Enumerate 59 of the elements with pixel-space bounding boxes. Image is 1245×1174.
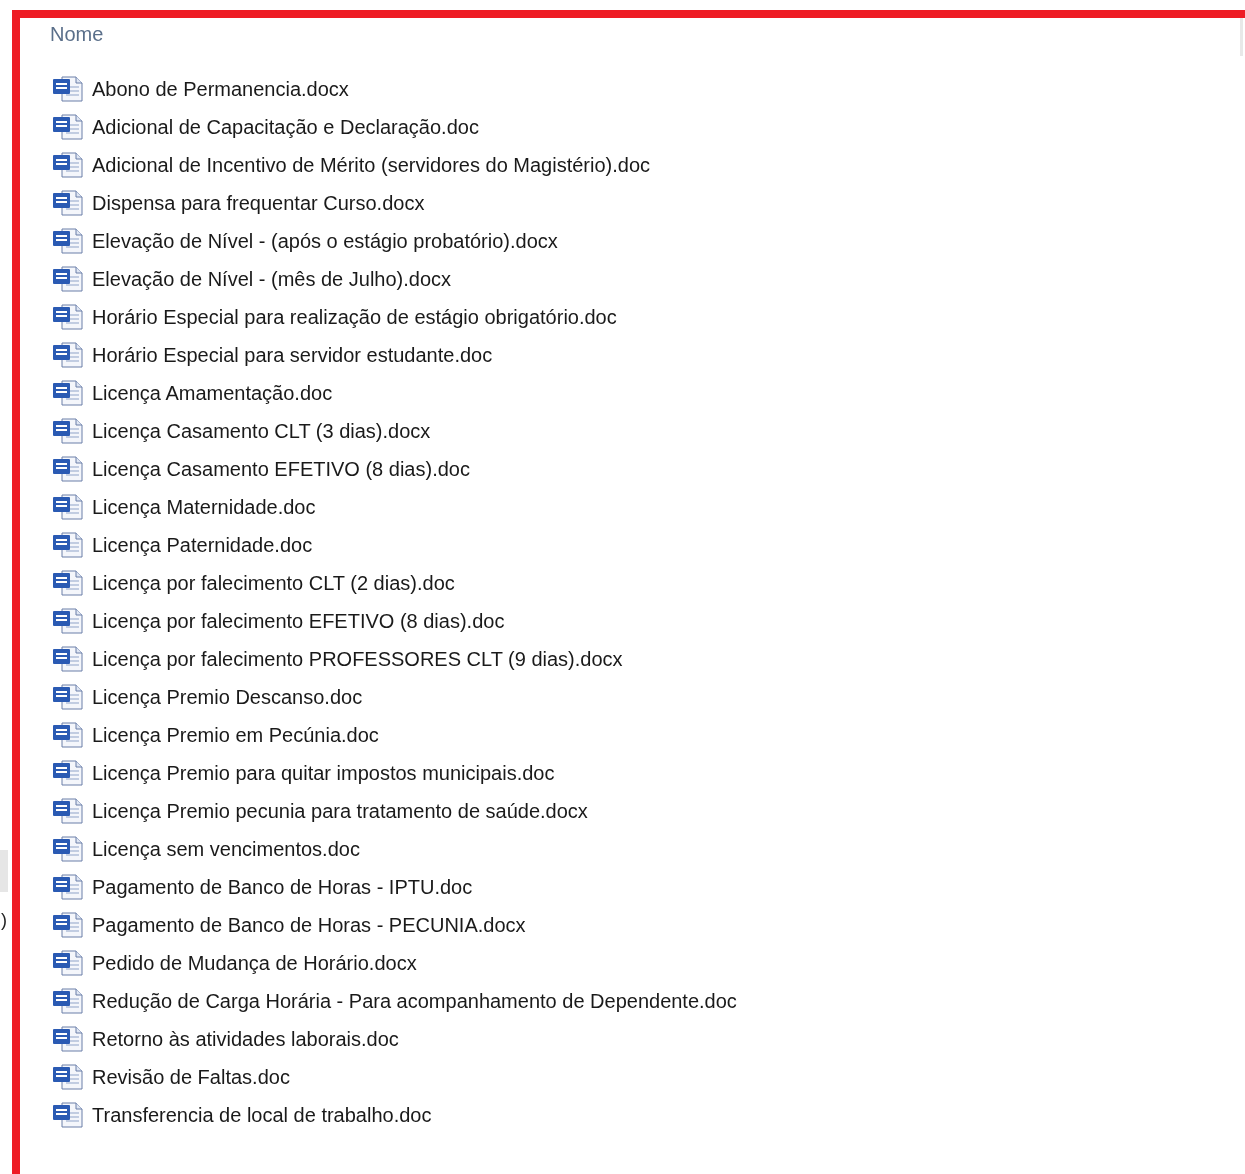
word-document-icon — [52, 569, 84, 597]
file-item[interactable]: Pedido de Mudança de Horário.docx — [50, 944, 417, 982]
word-document-icon — [52, 1101, 84, 1129]
word-document-icon — [52, 531, 84, 559]
file-item[interactable]: Elevação de Nível - (mês de Julho).docx — [50, 260, 452, 298]
file-item[interactable]: Adicional de Capacitação e Declaração.doc — [50, 108, 479, 146]
word-document-icon — [52, 911, 84, 939]
word-document-icon — [52, 151, 84, 179]
file-item[interactable]: Redução de Carga Horária - Para acompanhamento de Dependente.doc — [50, 982, 737, 1020]
word-document-icon — [52, 455, 84, 483]
word-document-icon — [52, 1063, 84, 1091]
file-item[interactable]: Revisão de Faltas.doc — [50, 1058, 290, 1096]
file-item[interactable]: Licença Premio em Pecúnia.doc — [50, 716, 379, 754]
word-document-icon — [52, 721, 84, 749]
file-item[interactable]: Retorno às atividades laborais.doc — [50, 1020, 399, 1058]
file-item[interactable]: Licença Casamento CLT (3 dias).docx — [50, 412, 431, 450]
file-item[interactable]: Licença Premio pecunia para tratamento de saúde.docx — [50, 792, 588, 830]
word-document-icon — [52, 113, 84, 141]
word-document-icon — [52, 417, 84, 445]
word-document-icon — [52, 75, 84, 103]
file-item[interactable]: Licença sem vencimentos.doc — [50, 830, 360, 868]
word-document-icon — [52, 1025, 84, 1053]
file-item[interactable]: Adicional de Incentivo de Mérito (servidores do Magistério).doc — [50, 146, 651, 184]
cut-text: ) — [0, 910, 8, 930]
file-item[interactable]: Pagamento de Banco de Horas - IPTU.doc — [50, 868, 473, 906]
file-item[interactable]: Transferencia de local de trabalho.doc — [50, 1096, 432, 1134]
file-item[interactable]: Pagamento de Banco de Horas - PECUNIA.docx — [50, 906, 526, 944]
word-document-icon — [52, 835, 84, 863]
file-item[interactable]: Abono de Permanencia.docx — [50, 70, 349, 108]
file-item[interactable]: Dispensa para frequentar Curso.docx — [50, 184, 425, 222]
file-item[interactable]: Licença por falecimento CLT (2 dias).doc — [50, 564, 455, 602]
file-item[interactable]: Elevação de Nível - (após o estágio probatório).docx — [50, 222, 558, 260]
file-item[interactable]: Licença por falecimento EFETIVO (8 dias).doc — [50, 602, 505, 640]
word-document-icon — [52, 607, 84, 635]
file-item[interactable]: Horário Especial para servidor estudante.doc — [50, 336, 493, 374]
file-item[interactable]: Licença Maternidade.doc — [50, 488, 316, 526]
word-document-icon — [52, 303, 84, 331]
word-document-icon — [52, 341, 84, 369]
file-item[interactable]: Horário Especial para realização de estágio obrigatório.doc — [50, 298, 617, 336]
word-document-icon — [52, 493, 84, 521]
file-item[interactable]: Licença Casamento EFETIVO (8 dias).doc — [50, 450, 470, 488]
word-document-icon — [52, 189, 84, 217]
word-document-icon — [52, 265, 84, 293]
column-header[interactable]: Nome — [50, 22, 104, 46]
word-document-icon — [52, 873, 84, 901]
word-document-icon — [52, 645, 84, 673]
file-item[interactable]: Licença Paternidade.doc — [50, 526, 313, 564]
file-item[interactable]: Licença Premio para quitar impostos municipais.doc — [50, 754, 555, 792]
file-item[interactable]: Licença por falecimento PROFESSORES CLT (9 dias).docx — [50, 640, 623, 678]
file-item[interactable]: Licença Premio Descanso.doc — [50, 678, 363, 716]
word-document-icon — [52, 759, 84, 787]
word-document-icon — [52, 683, 84, 711]
scrollbar-edge — [0, 850, 8, 892]
word-document-icon — [52, 987, 84, 1015]
file-item[interactable]: Licença Amamentação.doc — [50, 374, 333, 412]
word-document-icon — [52, 949, 84, 977]
word-document-icon — [52, 379, 84, 407]
word-document-icon — [52, 797, 84, 825]
word-document-icon — [52, 227, 84, 255]
